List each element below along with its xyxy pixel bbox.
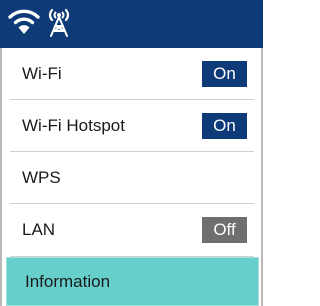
menu-item-label: Wi-Fi	[22, 64, 62, 83]
menu-item-label: LAN	[22, 220, 56, 239]
settings-menu: Wi-Fi On Wi-Fi Hotspot On WPS LAN Off In…	[0, 48, 263, 306]
wifi-icon	[8, 9, 40, 34]
screen: Wi-Fi On Wi-Fi Hotspot On WPS LAN Off In…	[0, 0, 263, 306]
menu-item-wifi[interactable]: Wi-Fi On	[10, 48, 254, 100]
menu-item-wifi-hotspot[interactable]: Wi-Fi Hotspot On	[10, 100, 254, 152]
menu-item-lan[interactable]: LAN Off	[10, 204, 254, 257]
wifi-hotspot-toggle[interactable]: On	[202, 113, 247, 139]
menu-item-information[interactable]: Information	[6, 257, 259, 306]
menu-item-label: Wi-Fi Hotspot	[22, 116, 125, 135]
antenna-icon	[48, 8, 70, 37]
menu-item-label: WPS	[22, 168, 61, 187]
lan-toggle[interactable]: Off	[202, 217, 247, 243]
menu-item-label: Information	[25, 272, 111, 291]
wifi-toggle[interactable]: On	[202, 61, 247, 87]
status-bar	[0, 0, 263, 48]
menu-item-wps[interactable]: WPS	[10, 152, 254, 204]
